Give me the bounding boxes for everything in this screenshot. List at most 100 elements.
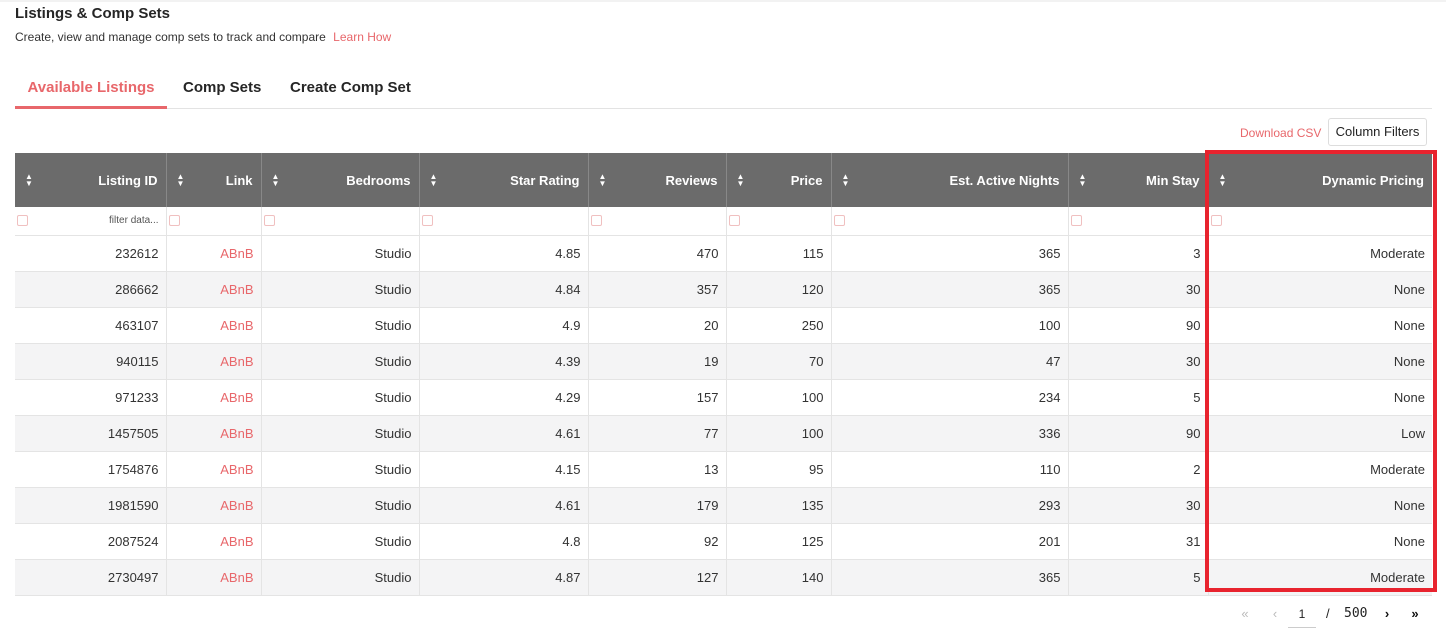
cell-dynamic-pricing: None	[1208, 343, 1432, 380]
cell-listing-id: 1754876	[15, 451, 167, 488]
tab-create-comp-set[interactable]: Create Comp Set	[290, 70, 411, 108]
column-header-bedrooms[interactable]: ▲ ▼ Bedrooms	[261, 153, 420, 207]
cell-link[interactable]: ABnB	[166, 487, 262, 524]
cell-reviews: 77	[588, 415, 727, 452]
cell-link[interactable]: ABnB	[166, 523, 262, 560]
cell-est-active-nights: 365	[831, 235, 1069, 272]
cell-reviews: 357	[588, 271, 727, 308]
cell-price: 120	[726, 271, 832, 308]
sort-icon: ▲ ▼	[736, 172, 745, 188]
cell-link[interactable]: ABnB	[166, 559, 262, 596]
cell-star-rating: 4.29	[419, 379, 589, 416]
cell-reviews: 19	[588, 343, 727, 380]
cell-est-active-nights: 201	[831, 523, 1069, 560]
sort-icon: ▲ ▼	[271, 172, 280, 188]
sort-icon: ▲ ▼	[598, 172, 607, 188]
cell-link[interactable]: ABnB	[166, 379, 262, 416]
cell-dynamic-pricing: Moderate	[1208, 559, 1432, 596]
cell-dynamic-pricing: Moderate	[1208, 235, 1432, 272]
cell-price: 135	[726, 487, 832, 524]
column-header-price[interactable]: ▲ ▼ Price	[726, 153, 832, 207]
filter-icon	[1210, 215, 1222, 226]
filter-icon	[728, 215, 740, 226]
top-divider	[0, 0, 1446, 2]
filter-input-dynamic-pricing[interactable]	[1208, 207, 1432, 236]
column-header-dynamic-pricing[interactable]: ▲ ▼ Dynamic Pricing	[1208, 153, 1432, 207]
table-row: 1457505 ABnB Studio 4.61 77 100 336 90 Low	[15, 415, 1432, 452]
cell-star-rating: 4.85	[419, 235, 589, 272]
cell-min-stay: 5	[1068, 379, 1209, 416]
cell-est-active-nights: 100	[831, 307, 1069, 344]
cell-est-active-nights: 234	[831, 379, 1069, 416]
filter-input-reviews[interactable]	[588, 207, 727, 236]
page-number-input[interactable]: 1	[1288, 601, 1316, 628]
cell-link[interactable]: ABnB	[166, 451, 262, 488]
cell-listing-id: 940115	[15, 343, 167, 380]
next-page-icon[interactable]: ›	[1376, 601, 1398, 627]
column-header-reviews[interactable]: ▲ ▼ Reviews	[588, 153, 727, 207]
cell-link[interactable]: ABnB	[166, 343, 262, 380]
cell-reviews: 157	[588, 379, 727, 416]
column-header-min-stay[interactable]: ▲ ▼ Min Stay	[1068, 153, 1209, 207]
column-header-star-rating[interactable]: ▲ ▼ Star Rating	[419, 153, 589, 207]
tab-comp-sets[interactable]: Comp Sets	[183, 70, 261, 108]
last-page-icon[interactable]: »	[1404, 601, 1426, 627]
cell-listing-id: 1457505	[15, 415, 167, 452]
column-filters-button[interactable]: Column Filters	[1328, 118, 1427, 146]
cell-star-rating: 4.39	[419, 343, 589, 380]
filter-icon	[421, 215, 433, 226]
cell-dynamic-pricing: Moderate	[1208, 451, 1432, 488]
prev-page-icon[interactable]: ‹	[1264, 601, 1286, 627]
cell-link[interactable]: ABnB	[166, 235, 262, 272]
sort-icon: ▲ ▼	[176, 172, 185, 188]
cell-star-rating: 4.8	[419, 523, 589, 560]
cell-price: 115	[726, 235, 832, 272]
cell-min-stay: 30	[1068, 487, 1209, 524]
cell-reviews: 92	[588, 523, 727, 560]
cell-dynamic-pricing: None	[1208, 523, 1432, 560]
cell-reviews: 179	[588, 487, 727, 524]
table-row: 463107 ABnB Studio 4.9 20 250 100 90 None	[15, 307, 1432, 344]
sort-icon: ▲ ▼	[1078, 172, 1087, 188]
cell-reviews: 13	[588, 451, 727, 488]
sort-icon: ▲ ▼	[1218, 172, 1227, 188]
cell-bedrooms: Studio	[261, 271, 420, 308]
cell-link[interactable]: ABnB	[166, 271, 262, 308]
first-page-icon[interactable]: «	[1234, 601, 1256, 627]
learn-how-link[interactable]: Learn How	[333, 30, 391, 44]
column-header-est-active-nights[interactable]: ▲ ▼ Est. Active Nights	[831, 153, 1069, 207]
tab-available-listings[interactable]: Available Listings	[15, 70, 167, 109]
cell-dynamic-pricing: None	[1208, 379, 1432, 416]
cell-listing-id: 2087524	[15, 523, 167, 560]
cell-star-rating: 4.84	[419, 271, 589, 308]
cell-link[interactable]: ABnB	[166, 307, 262, 344]
cell-bedrooms: Studio	[261, 415, 420, 452]
column-header-listing-id[interactable]: ▲ ▼ Listing ID	[15, 153, 167, 207]
filter-input-bedrooms[interactable]	[261, 207, 420, 236]
filter-input-star-rating[interactable]	[419, 207, 589, 236]
cell-min-stay: 90	[1068, 307, 1209, 344]
filter-icon	[1070, 215, 1082, 226]
table-row: 1754876 ABnB Studio 4.15 13 95 110 2 Moderate	[15, 451, 1432, 488]
cell-min-stay: 90	[1068, 415, 1209, 452]
cell-price: 100	[726, 379, 832, 416]
filter-input-est-active-nights[interactable]	[831, 207, 1069, 236]
filter-input-link[interactable]	[166, 207, 262, 236]
download-csv-link[interactable]: Download CSV	[1240, 126, 1321, 140]
cell-reviews: 127	[588, 559, 727, 596]
subtitle-text: Create, view and manage comp sets to tra…	[15, 30, 326, 44]
page-title: Listings & Comp Sets	[15, 5, 171, 22]
filter-input-listing-id[interactable]: filter data...	[15, 207, 167, 236]
cell-dynamic-pricing: None	[1208, 271, 1432, 308]
filter-input-price[interactable]	[726, 207, 832, 236]
cell-min-stay: 30	[1068, 343, 1209, 380]
cell-dynamic-pricing: Low	[1208, 415, 1432, 452]
cell-bedrooms: Studio	[261, 307, 420, 344]
cell-listing-id: 971233	[15, 379, 167, 416]
filter-input-min-stay[interactable]	[1068, 207, 1209, 236]
cell-price: 250	[726, 307, 832, 344]
column-header-link[interactable]: ▲ ▼ Link	[166, 153, 262, 207]
cell-bedrooms: Studio	[261, 451, 420, 488]
cell-link[interactable]: ABnB	[166, 415, 262, 452]
cell-min-stay: 31	[1068, 523, 1209, 560]
